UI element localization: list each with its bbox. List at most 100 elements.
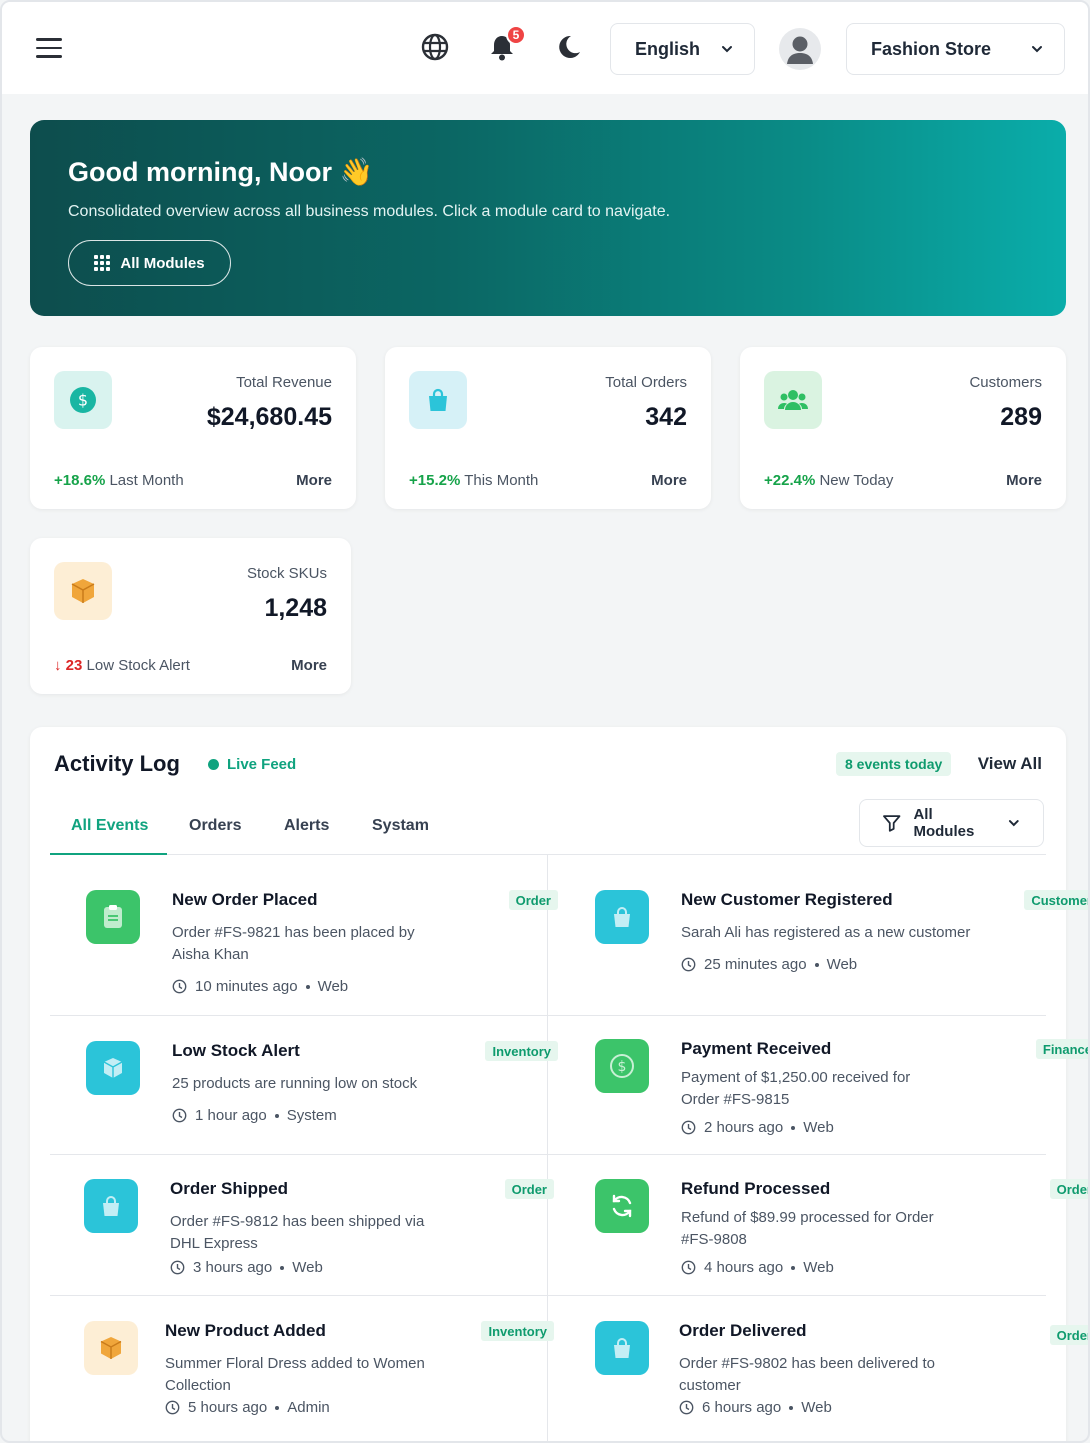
store-label: Fashion Store [871, 38, 992, 59]
revenue-card[interactable]: $ Total Revenue $24,680.45 +18.6% Last M… [30, 347, 356, 509]
clock-icon [170, 1260, 185, 1275]
more-link[interactable]: More [1006, 472, 1042, 489]
bag-icon [84, 1179, 138, 1233]
all-modules-label: All Modules [120, 254, 205, 272]
live-label: Live Feed [227, 756, 297, 773]
separator-dot [791, 1265, 796, 1270]
filter-icon [883, 815, 901, 832]
stat-label: Total Orders [605, 374, 687, 391]
event-title: Low Stock Alert [172, 1041, 300, 1060]
view-all-link[interactable]: View All [978, 754, 1042, 774]
language-select[interactable]: English [610, 23, 755, 75]
stat-label: Total Revenue [236, 374, 332, 391]
greeting-title: Good morning, Noor 👋 [68, 156, 373, 188]
stock-card[interactable]: Stock SKUs 1,248 ↓ 23 Low Stock Alert Mo… [30, 538, 351, 694]
event-title: New Product Added [165, 1321, 326, 1340]
event-description: Payment of $1,250.00 received for Order … [681, 1069, 911, 1108]
activity-item[interactable]: $ Payment Received Finance Payment of $1… [595, 1039, 1088, 1149]
event-description: 25 products are running low on stock [172, 1075, 418, 1092]
event-meta: 5 hours ago Admin [165, 1399, 330, 1416]
box-icon [86, 1041, 140, 1095]
stat-label: Stock SKUs [246, 565, 327, 582]
change-value: +22.4% [764, 472, 816, 489]
change-period: Low Stock Alert [86, 657, 190, 674]
separator-dot [814, 962, 819, 967]
chevron-down-icon [1009, 820, 1020, 827]
clock-icon [172, 1108, 187, 1123]
event-source: Admin [287, 1399, 330, 1416]
event-source: Web [803, 1119, 834, 1136]
separator-dot [791, 1125, 796, 1130]
event-time: 3 hours ago [193, 1259, 273, 1276]
events-count-badge: 8 events today [836, 752, 952, 776]
stat-change: +15.2% This Month [409, 472, 538, 489]
event-description: Sarah Ali has registered as a new custom… [681, 924, 971, 941]
separator-dot [789, 1405, 794, 1410]
tab-all-events[interactable]: All Events [71, 817, 148, 835]
activity-item[interactable]: Order Delivered Order Order #FS-9802 has… [595, 1321, 1088, 1431]
event-time: 6 hours ago [702, 1399, 782, 1416]
event-meta: 3 hours ago Web [170, 1259, 323, 1276]
event-source: Web [292, 1259, 323, 1276]
clock-icon [681, 1120, 696, 1135]
activity-item[interactable]: New Customer Registered Customer Sarah A… [595, 890, 1088, 980]
app-frame: 5 English Fashion Store Good morning, No… [0, 0, 1090, 1443]
stat-change: ↓ 23 Low Stock Alert [54, 657, 190, 674]
event-time: 1 hour ago [195, 1107, 267, 1124]
event-source: Web [801, 1399, 832, 1416]
event-description: Order #FS-9821 has been placed by Aisha … [172, 924, 415, 963]
activity-item[interactable]: New Product Added Inventory Summer Flora… [84, 1321, 554, 1431]
change-value: +15.2% [409, 472, 461, 489]
stat-value: 342 [645, 403, 687, 431]
activity-item[interactable]: New Order Placed Order Order #FS-9821 ha… [86, 890, 558, 1000]
change-period: This Month [464, 472, 539, 489]
more-link[interactable]: More [296, 472, 332, 489]
row-divider [50, 1295, 1046, 1296]
chevron-down-icon [722, 46, 732, 53]
activity-item[interactable]: Order Shipped Order Order #FS-9812 has b… [84, 1179, 554, 1289]
clock-icon [172, 979, 187, 994]
module-filter-select[interactable]: All Modules [859, 799, 1044, 847]
activity-item[interactable]: Refund Processed Order Refund of $89.99 … [595, 1179, 1088, 1289]
activity-item[interactable]: Low Stock Alert Inventory 25 products ar… [86, 1041, 558, 1131]
event-meta: 1 hour ago System [172, 1107, 337, 1124]
menu-icon[interactable] [36, 38, 62, 58]
event-meta: 4 hours ago Web [681, 1259, 834, 1276]
store-select[interactable]: Fashion Store [846, 23, 1065, 75]
live-dot-icon [208, 759, 219, 770]
event-title: Refund Processed [681, 1179, 831, 1198]
more-link[interactable]: More [291, 657, 327, 674]
orders-card[interactable]: Total Orders 342 +15.2% This Month More [385, 347, 711, 509]
top-bar: 5 English Fashion Store [2, 2, 1088, 94]
event-tag: Inventory [481, 1321, 554, 1341]
bag-icon [595, 890, 649, 944]
bag-icon [595, 1321, 649, 1375]
event-meta: 2 hours ago Web [681, 1119, 834, 1136]
row-divider [50, 1015, 1046, 1016]
event-time: 4 hours ago [704, 1259, 784, 1276]
tab-system[interactable]: Systam [372, 817, 429, 835]
clock-icon [681, 1260, 696, 1275]
active-tab-indicator [50, 852, 167, 855]
tab-orders[interactable]: Orders [189, 817, 241, 835]
event-description: Refund of $89.99 processed for Order #FS… [681, 1209, 934, 1248]
notification-badge: 5 [506, 25, 526, 45]
more-link[interactable]: More [651, 472, 687, 489]
event-tag: Customer [1024, 890, 1088, 910]
avatar[interactable] [779, 28, 821, 70]
event-title: Payment Received [681, 1039, 832, 1058]
event-time: 10 minutes ago [195, 978, 298, 995]
globe-icon[interactable] [420, 32, 450, 62]
event-time: 2 hours ago [704, 1119, 784, 1136]
event-description: Order #FS-9812 has been shipped via DHL … [170, 1213, 425, 1252]
language-label: English [635, 38, 701, 59]
moon-icon[interactable] [553, 32, 583, 62]
tab-alerts[interactable]: Alerts [284, 817, 329, 835]
all-modules-button[interactable]: All Modules [68, 240, 231, 286]
bell-icon[interactable]: 5 [487, 25, 526, 62]
event-source: Web [803, 1259, 834, 1276]
customers-card[interactable]: Customers 289 +22.4% New Today More [740, 347, 1066, 509]
separator-dot [305, 984, 310, 989]
event-tag: Order [1049, 1179, 1088, 1199]
activity-title: Activity Log [54, 751, 180, 776]
